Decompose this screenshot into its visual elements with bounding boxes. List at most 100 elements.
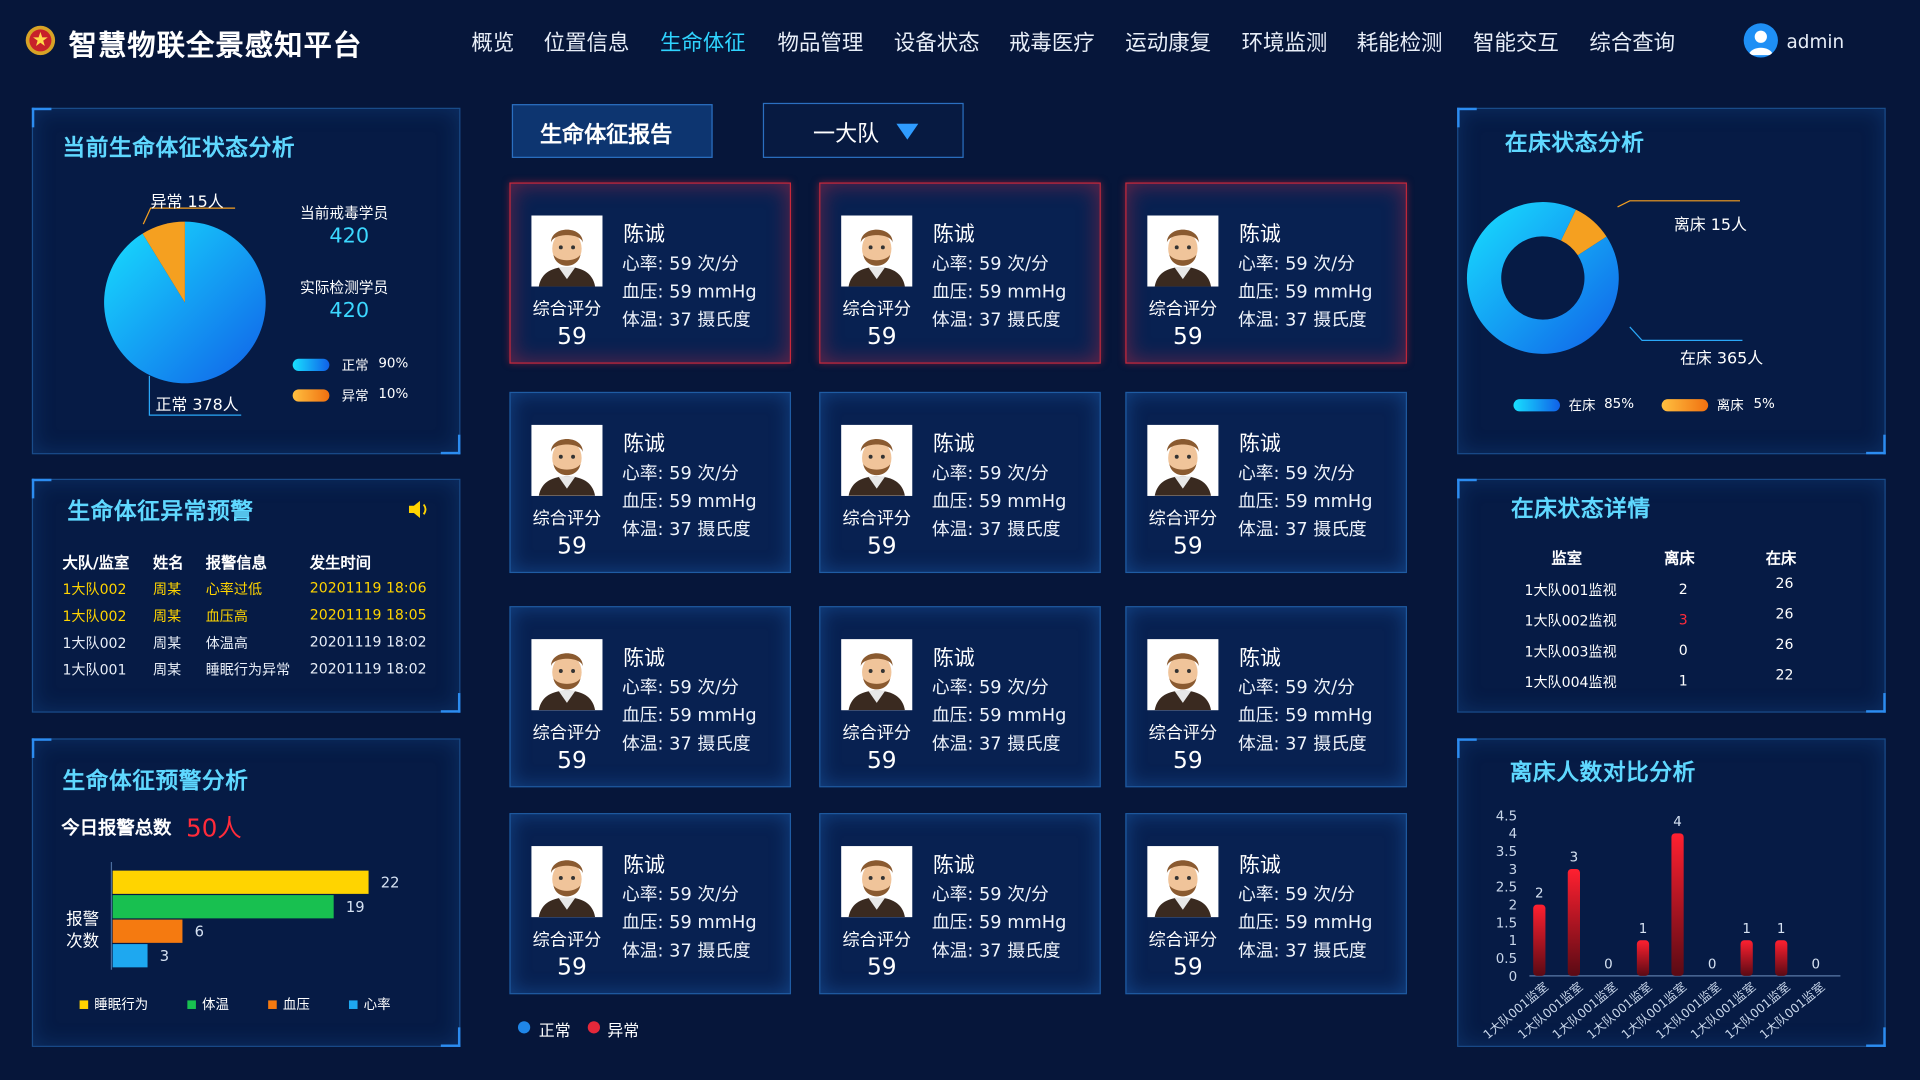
- score-label: 综合评分: [842, 723, 912, 744]
- nav-items[interactable]: 物品管理: [778, 27, 864, 58]
- alarm-bar-value: 22: [381, 875, 400, 892]
- score-value: 59: [1173, 323, 1203, 351]
- vital-card[interactable]: 陈诚 心率: 59 次/分 血压: 59 mmHg 体温: 37 摄氏度 综合评分 59: [1125, 182, 1407, 364]
- col-header-off: 离床: [1664, 548, 1695, 567]
- warning-cell: 20201119 18:06: [309, 579, 427, 597]
- score-value: 59: [1173, 532, 1203, 560]
- heart-rate: 心率: 59 次/分: [622, 885, 739, 905]
- warning-cell: 体温高: [205, 634, 248, 652]
- blood-pressure: 血压: 59 mmHg: [1237, 913, 1373, 934]
- team-dropdown[interactable]: 一大队: [762, 102, 964, 158]
- vital-card[interactable]: 陈诚 心率: 59 次/分 血压: 59 mmHg 体温: 37 摄氏度 综合评分 59: [509, 182, 792, 364]
- current-students-label: 当前戒毒学员: [300, 204, 389, 222]
- y-tick-label: 3: [1509, 863, 1518, 878]
- normal-count-label: 正常 378人: [155, 396, 239, 416]
- temperature: 体温: 37 摄氏度: [1237, 520, 1367, 541]
- nav-overview[interactable]: 概览: [471, 27, 514, 58]
- legend-offbed-label: 离床: [1716, 397, 1744, 414]
- y-tick-label: 0: [1509, 970, 1518, 985]
- vital-card[interactable]: 陈诚 心率: 59 次/分 血压: 59 mmHg 体温: 37 摄氏度 综合评分 59: [819, 606, 1101, 788]
- vital-card[interactable]: 陈诚 心率: 59 次/分 血压: 59 mmHg 体温: 37 摄氏度 综合评分 59: [1125, 813, 1407, 995]
- police-emblem-icon: [25, 25, 56, 56]
- vital-card[interactable]: 陈诚 心率: 59 次/分 血压: 59 mmHg 体温: 37 摄氏度 综合评分 59: [819, 182, 1101, 364]
- temperature: 体温: 37 摄氏度: [622, 734, 751, 755]
- legend-normal-pct: 90%: [378, 355, 409, 372]
- nav-medical[interactable]: 戒毒医疗: [1009, 27, 1095, 58]
- student-name: 陈诚: [1239, 646, 1281, 672]
- col-header-room: 监室: [1551, 548, 1583, 567]
- panel-title: 生命体征异常预警: [67, 499, 254, 526]
- student-name: 陈诚: [1239, 432, 1281, 457]
- vital-card[interactable]: 陈诚 心率: 59 次/分 血压: 59 mmHg 体温: 37 摄氏度 综合评分 59: [509, 813, 792, 995]
- bar-value-label: 1: [1639, 922, 1648, 937]
- temperature: 体温: 37 摄氏度: [1237, 311, 1367, 331]
- y-tick-label: 3.5: [1496, 845, 1517, 860]
- avatar-photo: [841, 424, 913, 496]
- vital-card[interactable]: 陈诚 心率: 59 次/分 血压: 59 mmHg 体温: 37 摄氏度 综合评分 59: [509, 391, 792, 574]
- app-title: 智慧物联全景感知平台: [68, 30, 363, 63]
- nav-location[interactable]: 位置信息: [544, 27, 630, 58]
- nav-query[interactable]: 综合查询: [1589, 27, 1675, 58]
- nav-environment[interactable]: 环境监测: [1242, 27, 1328, 58]
- bar-value-label: 0: [1708, 958, 1717, 973]
- bed-detail-cell: 1大队002监视: [1524, 612, 1617, 630]
- bed-detail-cell: 0: [1678, 641, 1688, 659]
- report-tab-label: 生命体征报告: [540, 122, 673, 149]
- alarm-legend-label: 心率: [363, 996, 391, 1013]
- alarm-bar-value: 19: [346, 899, 365, 916]
- legend-offbed-pct: 5%: [1753, 395, 1775, 412]
- vital-card[interactable]: 陈诚 心率: 59 次/分 血压: 59 mmHg 体温: 37 摄氏度 综合评分 59: [1125, 606, 1407, 788]
- speaker-alert-icon[interactable]: [407, 498, 431, 520]
- legend-abnormal-label: 异常: [341, 388, 369, 405]
- actual-students-value: 420: [329, 298, 370, 324]
- warning-cell: 睡眠行为异常: [205, 661, 291, 679]
- avatar-photo: [531, 846, 603, 918]
- vital-card[interactable]: 陈诚 心率: 59 次/分 血压: 59 mmHg 体温: 37 摄氏度 综合评分 59: [1125, 391, 1407, 574]
- warning-cell: 周某: [153, 634, 182, 652]
- legend-normal-text: 正常: [538, 1022, 571, 1041]
- avatar-photo: [1147, 639, 1219, 711]
- avatar-photo: [841, 639, 913, 711]
- y-tick-label: 4: [1509, 827, 1518, 842]
- vital-card[interactable]: 陈诚 心率: 59 次/分 血压: 59 mmHg 体温: 37 摄氏度 综合评分 59: [819, 813, 1101, 995]
- on-bed-label: 在床 365人: [1680, 350, 1764, 369]
- legend-abnormal-pct: 10%: [378, 385, 409, 402]
- abnormal-count-label: 异常 15人: [150, 193, 224, 212]
- heart-rate: 心率: 59 次/分: [1237, 464, 1355, 484]
- nav-energy[interactable]: 耗能检测: [1357, 27, 1443, 58]
- alarm-bar: [112, 895, 334, 919]
- legend-onbed-label: 在床: [1568, 397, 1596, 414]
- score-value: 59: [557, 532, 587, 560]
- score-label: 综合评分: [532, 723, 602, 744]
- report-tab[interactable]: 生命体征报告: [511, 104, 713, 158]
- alarm-legend-label: 体温: [202, 996, 229, 1013]
- nav-vital-signs[interactable]: 生命体征: [660, 27, 746, 58]
- warning-cell: 周某: [153, 661, 182, 679]
- score-value: 59: [866, 532, 897, 560]
- avatar-photo: [841, 215, 913, 287]
- bar-value-label: 0: [1812, 958, 1821, 973]
- student-name: 陈诚: [623, 222, 665, 248]
- score-value: 59: [557, 953, 587, 981]
- heart-rate: 心率: 59 次/分: [931, 678, 1049, 698]
- nav-rehab[interactable]: 运动康复: [1125, 27, 1211, 58]
- heart-rate: 心率: 59 次/分: [931, 885, 1049, 905]
- alarm-analysis-panel: 生命体征预警分析 今日报警总数 50人 报警 次数 22 19 6 3 睡眠行为 体温血…: [31, 738, 461, 1047]
- col-header-on: 在床: [1765, 548, 1797, 567]
- legend-onbed-pct: 85%: [1604, 395, 1635, 412]
- vital-card[interactable]: 陈诚 心率: 59 次/分 血压: 59 mmHg 体温: 37 摄氏度 综合评分 59: [819, 391, 1101, 574]
- warning-cell: 1大队002: [62, 580, 127, 598]
- nav-device-status[interactable]: 设备状态: [894, 27, 980, 58]
- nav-interaction[interactable]: 智能交互: [1473, 27, 1559, 58]
- avatar-photo: [1147, 215, 1219, 287]
- user-avatar-icon[interactable]: [1743, 23, 1778, 58]
- username[interactable]: admin: [1787, 31, 1845, 53]
- bar-value-label: 4: [1673, 815, 1682, 830]
- alarm-bar-value: 6: [195, 924, 204, 941]
- legend-normal-label: 正常: [341, 357, 369, 374]
- blood-pressure: 血压: 59 mmHg: [622, 706, 757, 727]
- col-header-time: 发生时间: [309, 553, 372, 572]
- alarm-legend-label: 血压: [282, 996, 310, 1013]
- heart-rate: 心率: 59 次/分: [931, 254, 1049, 275]
- vital-card[interactable]: 陈诚 心率: 59 次/分 血压: 59 mmHg 体温: 37 摄氏度 综合评分 59: [509, 606, 792, 788]
